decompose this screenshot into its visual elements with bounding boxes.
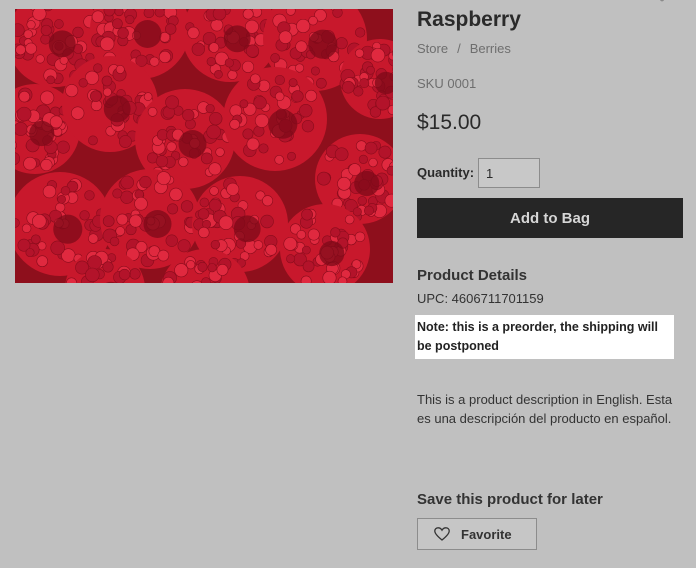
- breadcrumb-store-link[interactable]: Store: [417, 41, 448, 56]
- product-price: $15.00: [417, 111, 482, 134]
- product-image: [15, 9, 393, 283]
- product-sku: SKU 0001: [417, 76, 477, 91]
- raspberry-photo: [15, 9, 393, 283]
- quantity-label: Quantity:: [417, 165, 475, 180]
- product-upc: UPC: 4606711701159: [417, 291, 544, 306]
- breadcrumb: Store / Berries: [417, 41, 511, 56]
- save-for-later-heading: Save this product for later: [417, 491, 603, 508]
- favorite-label: Favorite: [461, 526, 512, 542]
- breadcrumb-separator: /: [457, 41, 461, 56]
- product-page: ● Raspberry Store / Berries SKU 0001 $15.0…: [0, 0, 696, 568]
- preorder-note: Note: this is a preorder, the shipping w…: [415, 315, 674, 359]
- heart-icon: [434, 527, 450, 541]
- favorite-button[interactable]: Favorite: [417, 518, 537, 550]
- quantity-input[interactable]: [478, 158, 540, 188]
- add-to-bag-button[interactable]: Add to Bag: [417, 198, 683, 238]
- product-title: Raspberry: [417, 8, 521, 31]
- close-icon[interactable]: ●: [659, 0, 669, 5]
- breadcrumb-berries-link[interactable]: Berries: [470, 41, 511, 56]
- product-details-heading: Product Details: [417, 267, 528, 284]
- product-description: This is a product description in English…: [417, 392, 673, 426]
